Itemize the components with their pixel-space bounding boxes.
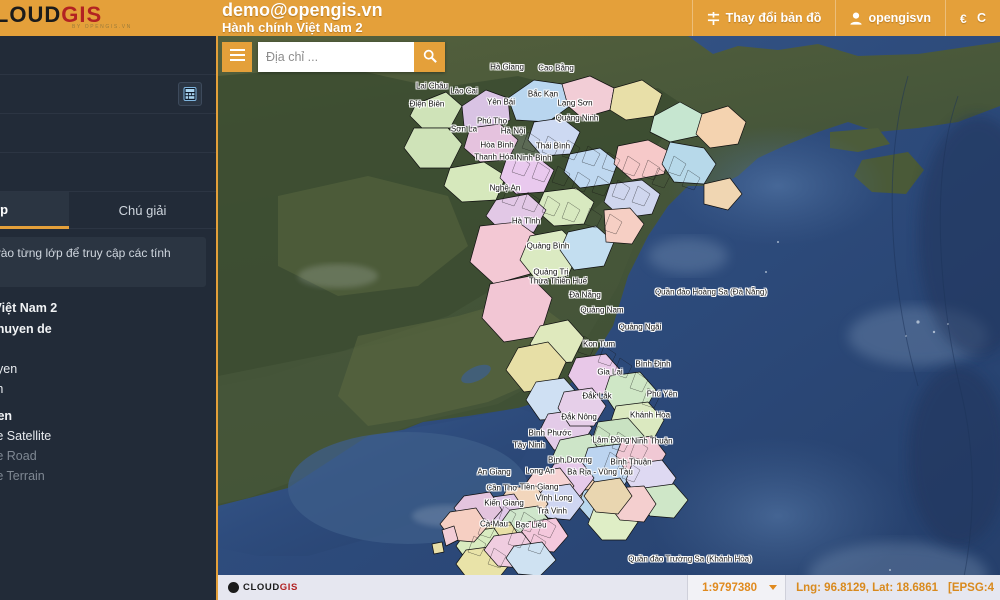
coordinate-readout: Lng: 96.8129, Lat: 18.6861 [EPSG:4 xyxy=(785,575,1000,600)
calculator-icon[interactable] xyxy=(178,82,202,106)
user-menu-button[interactable]: opengisvn xyxy=(835,0,945,36)
layer-label: vn_huyen xyxy=(0,362,17,376)
brand-logo[interactable]: CLOUDGIS BY OPENGIS.VN xyxy=(0,0,218,36)
nav-label: opengisvn xyxy=(868,11,931,25)
layer-hint-text: huột phải vào từng lớp để truy cập các t… xyxy=(0,237,206,287)
chevron-down-icon[interactable] xyxy=(769,585,777,590)
brand-tagline: BY OPENGIS.VN xyxy=(72,24,132,30)
footer-brand-logo[interactable]: CLOUDGIS xyxy=(218,575,308,600)
logout-button[interactable]: € C xyxy=(945,0,1000,36)
cloud-logo-icon xyxy=(228,582,239,593)
sidebar-item-search[interactable]: n kiếm xyxy=(0,75,216,114)
address-search[interactable] xyxy=(258,42,445,72)
layer-group-basemap-label: Ban do nen xyxy=(0,405,206,426)
layer-item-google-road[interactable]: Google Road xyxy=(0,446,206,466)
hamburger-icon xyxy=(230,48,245,66)
brand-text-cloud: CLOUD xyxy=(0,2,61,27)
nav-label: Thay đổi bản đồ xyxy=(726,11,822,25)
sidebar-toggle-button[interactable] xyxy=(222,42,252,72)
layer-item-vn-huyen[interactable]: vn_huyen xyxy=(0,359,206,379)
epsg-value: [EPSG:4 xyxy=(948,582,994,594)
layer-label: vn_tinh xyxy=(0,382,3,396)
tab-legend[interactable]: Chú giải xyxy=(69,192,216,229)
page-title: Hành chính Việt Nam 2 xyxy=(222,20,383,35)
tab-layers[interactable]: Lớp xyxy=(0,192,69,229)
search-input[interactable] xyxy=(258,42,414,72)
sidebar-item-webgis[interactable]: IS xyxy=(0,114,216,153)
status-bar: CLOUDGIS 1:9797380 Lng: 96.8129, Lat: 18… xyxy=(218,575,1000,600)
footer-text-gis: GIS xyxy=(280,582,298,593)
left-sidebar[interactable]: u dữ liệu n kiếm IS n đồ Lớp Chú giải xyxy=(0,36,218,600)
footer-wordmark: CLOUDGIS xyxy=(243,582,298,593)
user-email: demo@opengis.vn xyxy=(222,1,383,20)
svg-text:€: € xyxy=(960,12,967,25)
province-polygons-layer[interactable] xyxy=(218,36,1000,600)
layer-tree[interactable]: nh chính Việt Nam 2 Ban do chuyen de vn_… xyxy=(0,293,216,486)
sidebar-item-map[interactable]: n đồ xyxy=(0,153,216,192)
map-swap-icon xyxy=(707,12,720,25)
layer-item-google-satellite[interactable]: Google Satellite xyxy=(0,426,206,446)
tab-label: Chú giải xyxy=(119,203,167,218)
lnglat-value: Lng: 96.8129, Lat: 18.6861 xyxy=(796,582,938,594)
layer-label: Google Road xyxy=(0,449,37,463)
map-canvas[interactable]: Hà GiangCao BằngLai ChâuLào CaiBắc KạnĐi… xyxy=(218,36,1000,600)
change-basemap-button[interactable]: Thay đổi bản đồ xyxy=(692,0,836,36)
scale-selector[interactable]: 1:9797380 xyxy=(687,575,785,600)
scale-value: 1:9797380 xyxy=(702,582,757,594)
layer-item-vn-xa[interactable]: vn_xa xyxy=(0,339,206,359)
sidebar-tabs[interactable]: Lớp Chú giải xyxy=(0,192,216,229)
tab-label: Lớp xyxy=(0,202,8,217)
sidebar-item-data-management[interactable]: u dữ liệu xyxy=(0,36,216,75)
layer-item-google-terrain[interactable]: Google Terrain xyxy=(0,466,206,486)
map-toolbar[interactable] xyxy=(218,36,445,72)
layer-group-thematic-label: Ban do chuyen de xyxy=(0,318,206,339)
layer-label: Google Satellite xyxy=(0,429,51,443)
euro-icon: € xyxy=(960,12,971,25)
header-spacer xyxy=(383,0,692,36)
user-icon xyxy=(850,12,862,25)
header-nav[interactable]: Thay đổi bản đồ opengisvn € C xyxy=(692,0,1000,36)
footer-spacer xyxy=(308,575,687,600)
nav-label: C xyxy=(977,11,986,25)
layer-label: Google Terrain xyxy=(0,469,45,483)
search-button[interactable] xyxy=(414,42,445,72)
header-account-block: demo@opengis.vn Hành chính Việt Nam 2 xyxy=(218,0,383,36)
layer-tree-root-label: nh chính Việt Nam 2 xyxy=(0,297,206,318)
footer-text-cloud: CLOUD xyxy=(243,582,280,593)
app-header: CLOUDGIS BY OPENGIS.VN demo@opengis.vn H… xyxy=(0,0,1000,36)
layer-item-vn-tinh[interactable]: vn_tinh xyxy=(0,379,206,399)
search-icon xyxy=(423,49,437,66)
